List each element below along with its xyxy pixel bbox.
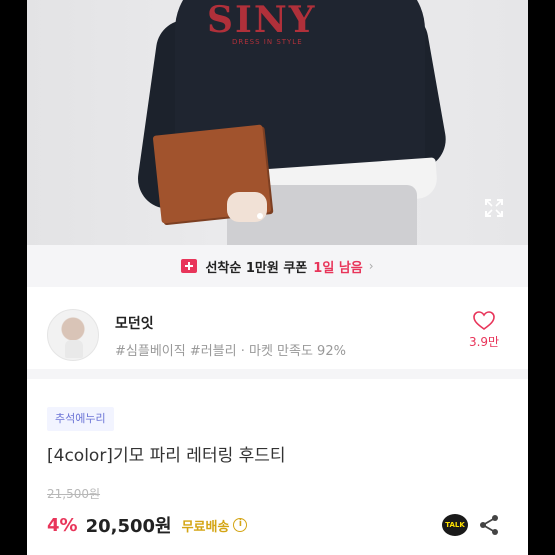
expand-icon[interactable] [484,198,504,218]
price-row: 4% 20,500원 무료배송 i [47,512,248,538]
share-icon[interactable] [478,514,500,536]
carousel-indicator [257,213,263,219]
chevron-right-icon: › [368,259,374,273]
store-avatar[interactable] [47,309,99,361]
talk-button[interactable]: TALK [442,514,468,536]
info-icon[interactable]: i [233,518,248,532]
product-title: [4color]기모 파리 레터링 후드티 [47,446,286,466]
sale-price: 20,500원 [85,516,172,537]
discount-rate: 4% [47,514,78,536]
coupon-label: 선착순 1만원 쿠폰 [205,260,308,276]
product-image[interactable]: SINY DRESS IN STYLE [27,0,528,245]
like-button[interactable]: 3.9만 [464,311,504,350]
heart-icon [473,311,495,330]
promo-tag: 추석에누리 [47,407,114,431]
free-shipping-label: 무료배송 [181,519,230,535]
coupon-icon [181,259,198,273]
like-count: 3.9만 [468,335,500,349]
image-print-text: SINY [207,0,317,41]
store-name[interactable]: 모던잇 [115,313,154,333]
store-row[interactable]: 모던잇 #심플베이직 #러블리 · 마켓 만족도 92% 3.9만 [27,287,528,379]
image-print-subtext: DRESS IN STYLE [232,38,303,46]
coupon-banner[interactable]: 선착순 1만원 쿠폰 1일 남음 › [27,245,528,287]
app-frame: SINY DRESS IN STYLE 선착순 1만원 쿠폰 1일 남음 › 모… [27,0,528,555]
store-tags: #심플베이직 #러블리 · 마켓 만족도 92% [115,344,346,359]
coupon-remaining: 1일 남음 [313,260,363,276]
original-price: 21,500원 [47,487,101,501]
